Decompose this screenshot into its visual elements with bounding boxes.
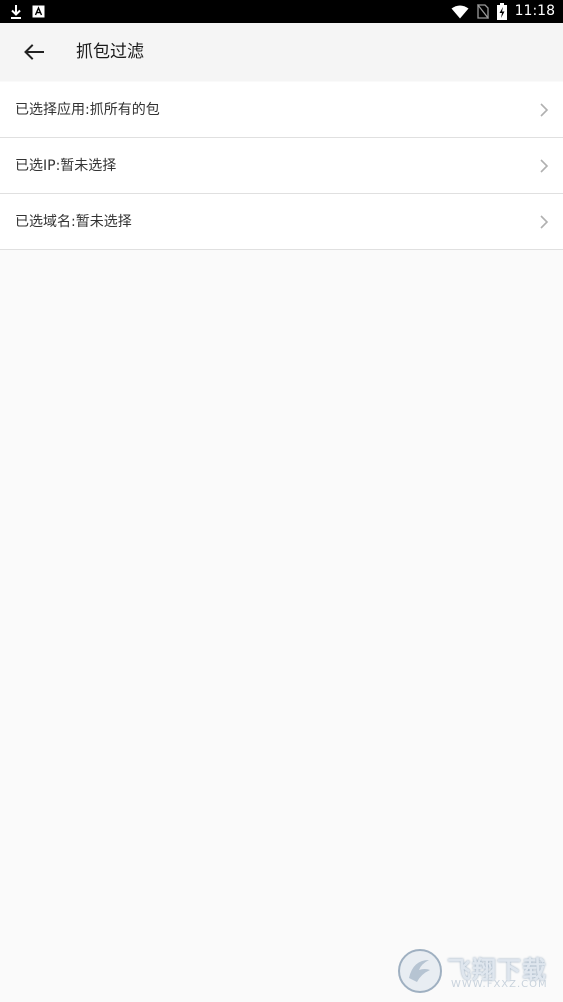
filter-app-label: 已选择应用:抓所有的包 <box>15 102 160 118</box>
download-icon <box>10 4 22 20</box>
screen: 11:18 抓包过滤 已选择应用:抓所有的包 已选IP:暂未选择 已选域名:暂未… <box>0 0 563 1002</box>
filter-ip-item[interactable]: 已选IP:暂未选择 <box>0 138 563 194</box>
status-bar-left <box>10 3 45 20</box>
watermark-url: WWW.FXXZ.COM <box>451 979 548 990</box>
arrow-left-icon <box>24 44 44 60</box>
status-bar: 11:18 <box>0 0 563 23</box>
no-sim-icon <box>476 4 489 19</box>
battery-charging-icon <box>496 3 507 20</box>
watermark: 飞翔下载 WWW.FXXZ.COM <box>397 948 553 994</box>
chevron-right-icon <box>539 158 549 174</box>
chevron-right-icon <box>539 102 549 118</box>
filter-app-item[interactable]: 已选择应用:抓所有的包 <box>0 82 563 138</box>
status-bar-right: 11:18 <box>451 2 555 21</box>
app-bar: 抓包过滤 <box>0 23 563 81</box>
back-button[interactable] <box>14 32 54 72</box>
filter-list: 已选择应用:抓所有的包 已选IP:暂未选择 已选域名:暂未选择 <box>0 82 563 250</box>
filter-ip-label: 已选IP:暂未选择 <box>15 158 117 174</box>
chevron-right-icon <box>539 214 549 230</box>
watermark-logo-icon <box>397 948 443 994</box>
status-time: 11:18 <box>514 3 555 19</box>
filter-domain-label: 已选域名:暂未选择 <box>15 214 132 230</box>
notification-a-icon <box>32 5 45 18</box>
wifi-icon <box>451 5 469 19</box>
filter-domain-item[interactable]: 已选域名:暂未选择 <box>0 194 563 250</box>
page-title: 抓包过滤 <box>76 42 144 62</box>
